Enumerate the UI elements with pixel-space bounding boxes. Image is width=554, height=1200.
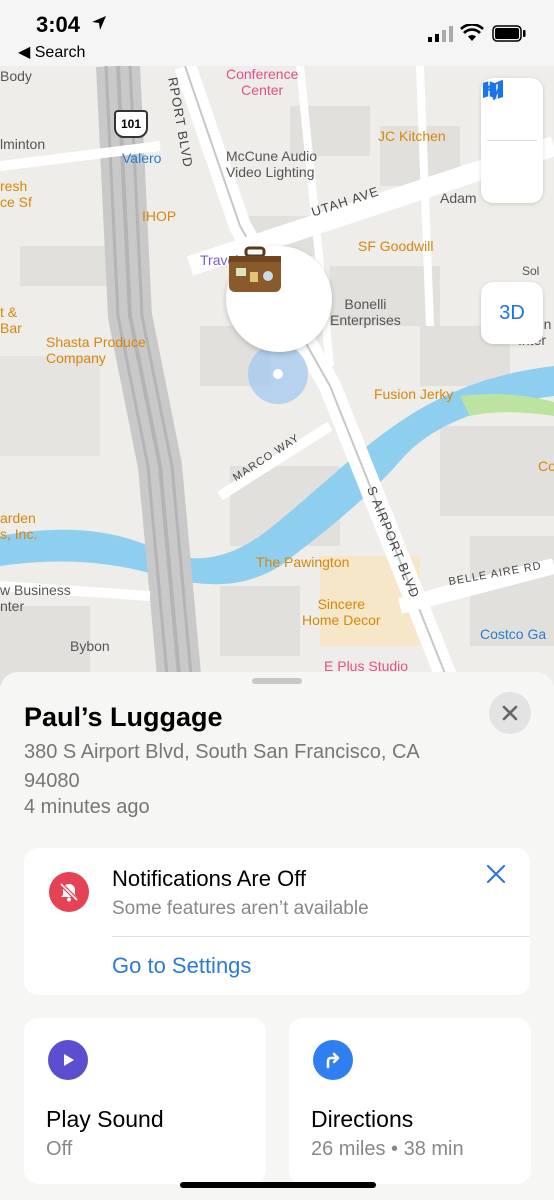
map-label-body: Body	[0, 68, 32, 84]
three-d-button[interactable]: 3D	[481, 282, 543, 344]
cellular-signal-icon	[428, 26, 453, 42]
close-button[interactable]	[489, 692, 531, 734]
map-label-resh[interactable]: resh ce Sf	[0, 178, 32, 210]
last-updated: 4 minutes ago	[24, 796, 150, 818]
back-label: Search	[34, 44, 86, 61]
map-label-arden[interactable]: arden s, Inc.	[0, 510, 37, 542]
map-view[interactable]: RPORT BLVD UTAH AVE MARCO WAY S AIRPORT …	[0, 66, 554, 686]
location-arrow-icon	[92, 16, 106, 30]
notification-subtitle: Some features aren’t available	[112, 898, 369, 919]
battery-icon	[492, 25, 526, 42]
play-sound-subtitle: Off	[46, 1138, 73, 1160]
item-location-pin[interactable]	[226, 246, 332, 352]
map-label-sol: Sol	[522, 264, 540, 278]
play-sound-card[interactable]: Play Sound Off	[24, 1018, 266, 1184]
item-detail-sheet: Paul’s Luggage 380 S Airport Blvd, South…	[0, 672, 554, 1200]
notification-status-badge	[49, 872, 89, 912]
directions-title: Directions	[311, 1106, 414, 1132]
status-bar: 3:04 ◀ Search	[0, 0, 554, 66]
notification-title: Notifications Are Off	[112, 866, 307, 891]
map-label-pawington[interactable]: The Pawington	[256, 554, 349, 570]
notifications-off-card: Notifications Are Off Some features aren…	[24, 848, 530, 995]
current-location-button[interactable]	[481, 80, 543, 203]
directions-arrow-icon	[326, 1052, 340, 1069]
map-label-co[interactable]: Co	[538, 458, 554, 474]
map-label-sincere[interactable]: Sincere Home Decor	[302, 596, 381, 628]
highway-101-shield: 101	[114, 110, 148, 138]
map-label-conference-center[interactable]: Conference Center	[226, 66, 298, 98]
go-to-settings-link[interactable]: Go to Settings	[112, 953, 251, 979]
map-label-valero[interactable]: Valero	[122, 150, 161, 166]
map-label-sf-goodwill[interactable]: SF Goodwill	[358, 238, 433, 254]
sheet-grabber[interactable]	[252, 678, 302, 684]
bell-slash-icon	[59, 882, 79, 902]
map-label-shasta[interactable]: Shasta Produce Company	[46, 334, 146, 366]
item-title: Paul’s Luggage	[24, 702, 223, 732]
directions-subtitle: 26 miles • 38 min	[311, 1138, 464, 1160]
status-time: 3:04	[36, 12, 81, 37]
map-label-ilminton: lminton	[0, 136, 46, 152]
map-label-bonelli[interactable]: Bonelli Enterprises	[330, 296, 401, 328]
map-label-t-bar[interactable]: t & Bar	[0, 304, 22, 336]
play-icon	[64, 1054, 74, 1066]
map-label-adam[interactable]: Adam	[440, 190, 477, 206]
map-label-ihop[interactable]: IHOP	[142, 208, 176, 224]
play-sound-badge	[48, 1040, 88, 1080]
map-label-w-business: w Business nter	[0, 582, 71, 614]
directions-badge	[313, 1040, 353, 1080]
map-label-fusion-jerky[interactable]: Fusion Jerky	[374, 386, 453, 402]
dismiss-notification-icon[interactable]	[484, 862, 508, 886]
directions-card[interactable]: Directions 26 miles • 38 min	[289, 1018, 531, 1184]
map-label-costco[interactable]: Costco Ga	[480, 626, 546, 642]
item-address: 380 S Airport Blvd, South San Francisco,…	[24, 741, 419, 792]
location-arrow-icon	[483, 80, 503, 100]
home-indicator[interactable]	[180, 1182, 376, 1188]
wifi-icon	[460, 24, 484, 41]
luggage-icon	[229, 246, 281, 292]
map-label-mccune[interactable]: McCune Audio Video Lighting	[226, 148, 317, 180]
map-label-jc-kitchen[interactable]: JC Kitchen	[378, 128, 446, 144]
map-controls	[481, 78, 543, 203]
map-label-bybon[interactable]: Bybon	[70, 638, 110, 654]
back-to-search-button[interactable]: ◀ Search	[18, 42, 85, 62]
notification-divider	[112, 936, 530, 937]
highway-number: 101	[120, 117, 142, 131]
play-sound-title: Play Sound	[46, 1106, 164, 1132]
close-icon	[502, 705, 518, 721]
